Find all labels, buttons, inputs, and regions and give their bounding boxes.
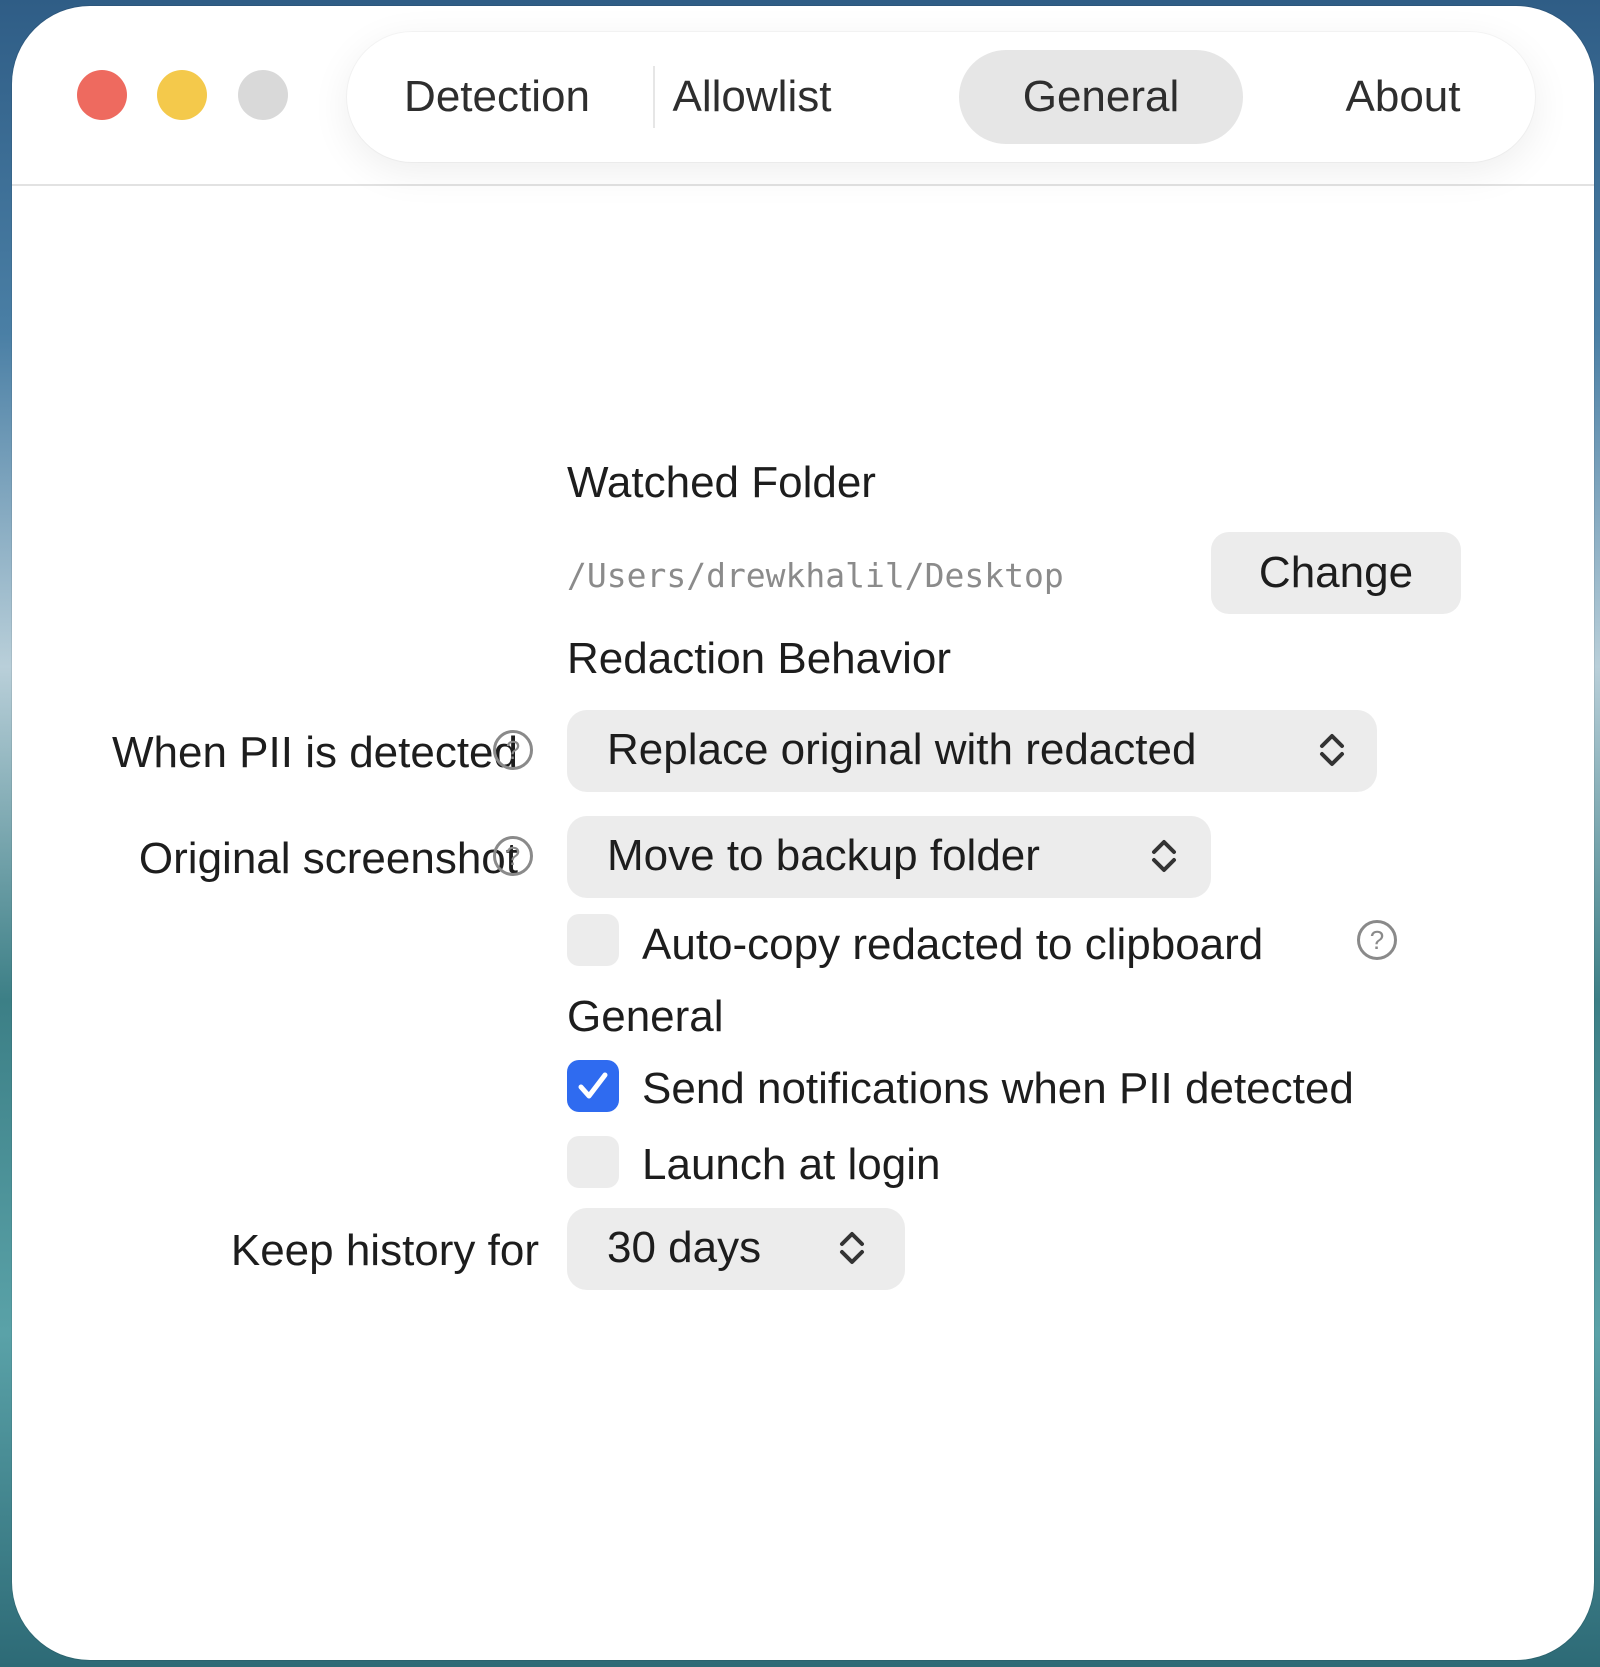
chevron-up-down-icon <box>1317 730 1347 770</box>
tab-allowlist[interactable]: Allowlist <box>637 50 867 144</box>
launch-at-login-checkbox[interactable] <box>567 1136 619 1188</box>
notifications-label: Send notifications when PII detected <box>642 1064 1354 1113</box>
settings-window: Detection Allowlist General About Watche… <box>12 6 1594 1660</box>
watched-folder-path: /Users/drewkhalil/Desktop <box>567 556 1064 595</box>
help-icon[interactable]: ? <box>493 730 533 770</box>
original-screenshot-select-value: Move to backup folder <box>607 831 1040 880</box>
minimize-window-button[interactable] <box>157 70 207 120</box>
change-folder-button[interactable]: Change <box>1211 532 1461 614</box>
close-window-button[interactable] <box>77 70 127 120</box>
tab-bar: Detection Allowlist General About <box>347 32 1535 162</box>
keep-history-label: Keep history for <box>230 1226 539 1275</box>
autocopy-label: Auto-copy redacted to clipboard <box>642 920 1264 969</box>
tab-detection[interactable]: Detection <box>377 50 617 144</box>
launch-at-login-label: Launch at login <box>642 1140 941 1189</box>
title-bar: Detection Allowlist General About <box>12 6 1594 186</box>
notifications-checkbox[interactable] <box>567 1060 619 1112</box>
tab-general[interactable]: General <box>959 50 1243 144</box>
watched-folder-heading: Watched Folder <box>567 458 876 507</box>
help-icon[interactable]: ? <box>493 836 533 876</box>
original-screenshot-select[interactable]: Move to backup folder <box>567 816 1211 898</box>
original-screenshot-label: Original screenshot <box>138 834 518 883</box>
keep-history-select-value: 30 days <box>607 1223 762 1272</box>
general-heading: General <box>567 992 724 1041</box>
chevron-up-down-icon <box>837 1228 867 1268</box>
when-pii-label: When PII is detected <box>112 728 518 777</box>
chevron-up-down-icon <box>1149 836 1179 876</box>
checkmark-icon <box>578 1072 608 1099</box>
keep-history-select[interactable]: 30 days <box>567 1208 905 1290</box>
autocopy-checkbox[interactable] <box>567 914 619 966</box>
redaction-behavior-heading: Redaction Behavior <box>567 634 952 683</box>
when-pii-select[interactable]: Replace original with redacted <box>567 710 1377 792</box>
help-icon[interactable]: ? <box>1357 920 1397 960</box>
when-pii-select-value: Replace original with redacted <box>607 725 1197 774</box>
zoom-window-button[interactable] <box>238 70 288 120</box>
tab-about[interactable]: About <box>1283 50 1523 144</box>
